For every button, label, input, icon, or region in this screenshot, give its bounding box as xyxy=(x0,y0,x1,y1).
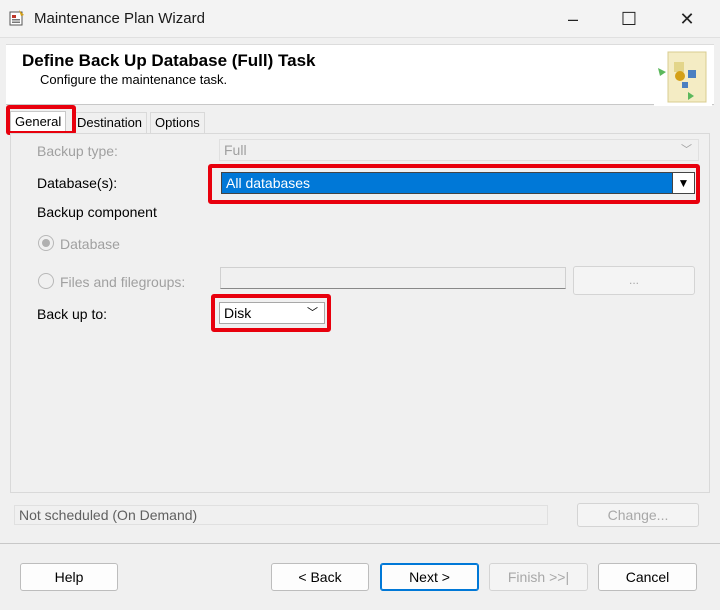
minimize-icon: – xyxy=(567,9,578,29)
backup-type-label: Backup type: xyxy=(37,143,118,159)
chevron-down-icon: ﹀ xyxy=(681,144,692,156)
next-button[interactable]: Next > xyxy=(380,563,479,591)
finish-button[interactable]: Finish >>| xyxy=(489,563,588,591)
back-up-to-select[interactable]: Disk ﹀ xyxy=(219,302,325,324)
close-icon: ✕ xyxy=(679,9,695,29)
title-bar: Maintenance Plan Wizard – ☐ ✕ xyxy=(0,0,720,38)
databases-value: All databases xyxy=(226,175,311,191)
wizard-banner-icon xyxy=(654,46,712,106)
radio-database-label: Database xyxy=(60,236,120,252)
tab-general[interactable]: General xyxy=(10,111,67,135)
general-panel: Backup type: Full ﹀ Database(s): All dat… xyxy=(10,133,710,493)
back-up-to-label: Back up to: xyxy=(37,306,108,322)
radio-files-label: Files and filegroups: xyxy=(60,274,186,290)
tab-destination[interactable]: Destination xyxy=(72,112,148,134)
wizard-app-icon xyxy=(9,10,24,26)
chevron-down-icon: ﹀ xyxy=(307,307,318,319)
backup-component-label: Backup component xyxy=(37,204,157,220)
tab-options[interactable]: Options xyxy=(150,112,205,134)
back-button[interactable]: < Back xyxy=(271,563,369,591)
page-title: Define Back Up Database (Full) Task xyxy=(22,51,316,70)
backup-type-value: Full xyxy=(224,142,247,158)
minimize-button[interactable]: – xyxy=(550,0,596,38)
files-filegroups-field[interactable] xyxy=(220,267,566,289)
help-button[interactable]: Help xyxy=(20,563,118,591)
browse-button[interactable]: ... xyxy=(573,266,695,295)
dropdown-arrow-icon[interactable]: ▼ xyxy=(672,173,694,193)
window-title: Maintenance Plan Wizard xyxy=(34,10,205,27)
backup-type-select[interactable]: Full ﹀ xyxy=(219,139,699,161)
wizard-header: Define Back Up Database (Full) Task Conf… xyxy=(6,44,714,106)
radio-files-filegroups[interactable] xyxy=(38,273,54,289)
footer-divider xyxy=(0,543,720,544)
page-subtitle: Configure the maintenance task. xyxy=(40,72,228,87)
cancel-button[interactable]: Cancel xyxy=(598,563,697,591)
back-up-to-value: Disk xyxy=(224,305,252,321)
maximize-icon: ☐ xyxy=(620,9,638,29)
databases-select[interactable]: All databases ▼ xyxy=(221,172,695,194)
radio-database[interactable] xyxy=(38,235,54,251)
close-button[interactable]: ✕ xyxy=(664,0,710,38)
databases-label: Database(s): xyxy=(37,175,118,191)
change-schedule-button[interactable]: Change... xyxy=(577,503,699,527)
maximize-button[interactable]: ☐ xyxy=(606,0,652,38)
schedule-status: Not scheduled (On Demand) xyxy=(14,505,548,525)
